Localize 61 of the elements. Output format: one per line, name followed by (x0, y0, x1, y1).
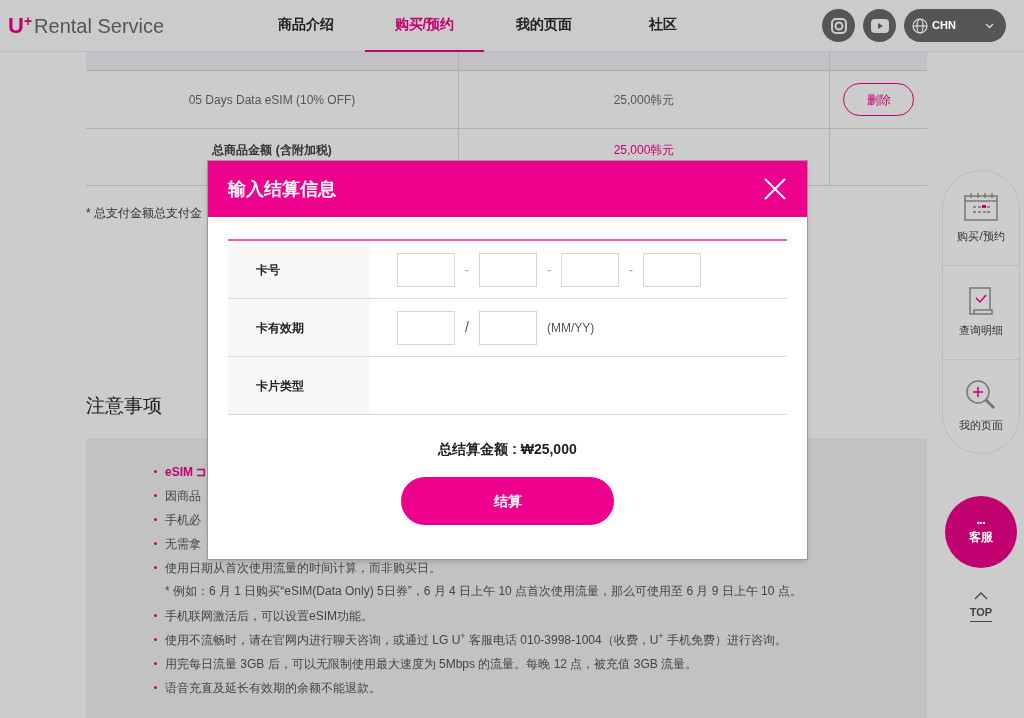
notice-text: 无需拿 (165, 535, 201, 553)
label-cell: 卡有效期 (228, 299, 369, 356)
logo[interactable]: U$^{+}$Rental Service (8, 9, 208, 42)
input-field[interactable] (479, 252, 537, 287)
notice-text: 因商品 (165, 487, 201, 505)
footnote-text: * 总支付金额总支付金 (86, 206, 202, 220)
language-select[interactable]: CHN (904, 9, 1006, 42)
quick-menu-item[interactable]: 我的页面 (943, 359, 1019, 453)
total-price: 25,000韩元 (613, 142, 675, 159)
product-name: 05 Days Data eSIM (10% OFF) (188, 91, 356, 109)
nav-tab[interactable]: 我的页面 (484, 0, 603, 52)
nav-tab[interactable]: 商品介绍 (246, 0, 365, 52)
notice-text: eSIM ⊐ (165, 463, 207, 481)
bullet-icon (154, 613, 157, 617)
format-hint: (MM/YY) (547, 319, 595, 337)
bullet-icon (154, 637, 157, 641)
total-label: 总商品金额 (含附加税) (212, 142, 332, 159)
globe-icon (912, 17, 928, 34)
input-field[interactable] (561, 252, 619, 287)
instagram-icon[interactable] (822, 9, 855, 42)
label-cell: 卡片类型 (228, 357, 369, 414)
bullet-icon (154, 685, 157, 689)
customer-service-button[interactable]: ••• 客服 (945, 496, 1017, 568)
bullet-icon (154, 469, 157, 473)
bullet-icon (154, 565, 157, 569)
dialog-title: 输入结算信息 (228, 177, 336, 201)
back-to-top-button[interactable]: TOP (969, 592, 993, 622)
section-heading: 注意事项 (86, 395, 162, 416)
video-play-icon[interactable] (863, 9, 896, 42)
notice-text: 语音充直及延长有效期的余额不能退款。 (165, 679, 381, 697)
notice-text: 使用不流畅时，请在官网内进行聊天咨询，或通过 LG U$^{+}$ 客服电话 010-3998-1004（收费，U$^{+}$ 手机免费）进行咨询。 (165, 630, 787, 649)
label-cell: 卡号 (228, 241, 369, 298)
input-field[interactable] (643, 252, 701, 287)
separator-text: - (464, 261, 470, 279)
input-field[interactable] (397, 252, 455, 287)
bullet-icon (154, 661, 157, 665)
quick-menu-item[interactable]: 查询明细 (943, 265, 1019, 359)
bullet-icon (154, 541, 157, 545)
input-field[interactable] (479, 310, 537, 345)
notice-text: 手机必 (165, 511, 201, 529)
price-text: 25,000韩元 (613, 91, 675, 109)
separator-text: - (546, 261, 552, 279)
checked-document-icon (967, 286, 995, 317)
separator-text: / (464, 318, 470, 337)
separator-text: - (628, 261, 634, 279)
zoom-in-icon (965, 379, 997, 412)
notice-text: 使用日期从首次使用流量的时间计算，而非购买日。 (165, 559, 441, 577)
input-field[interactable] (397, 310, 455, 345)
quick-menu-item[interactable]: 购买/预约 (943, 171, 1019, 265)
bullet-icon (154, 493, 157, 497)
notice-text: 用完每日流量 3GB 后，可以无限制使用最大速度为 5Mbps 的流量。每晚 12 点，被充值 3GB 流量。 (165, 655, 698, 673)
pay-button[interactable]: 结算 (401, 477, 614, 525)
example-note: * 例如：6 月 1 日购买“eSIM(Data Only) 5日券”，6 月 4 日上午 10 点首次使用流量，那么可使用至 6 月 9 日上午 10 点。 (165, 583, 802, 598)
chevron-down-icon (985, 22, 994, 29)
nav-tab[interactable]: 社区 (603, 0, 722, 52)
payment-total: 总结算金额 : ₩25,000 (438, 441, 577, 457)
calendar-icon (963, 191, 999, 222)
notice-text: 手机联网激活后，可以设置eSIM功能。 (165, 607, 373, 625)
close-button[interactable] (763, 177, 787, 201)
chevron-up-icon (974, 592, 988, 600)
bullet-icon (154, 517, 157, 521)
